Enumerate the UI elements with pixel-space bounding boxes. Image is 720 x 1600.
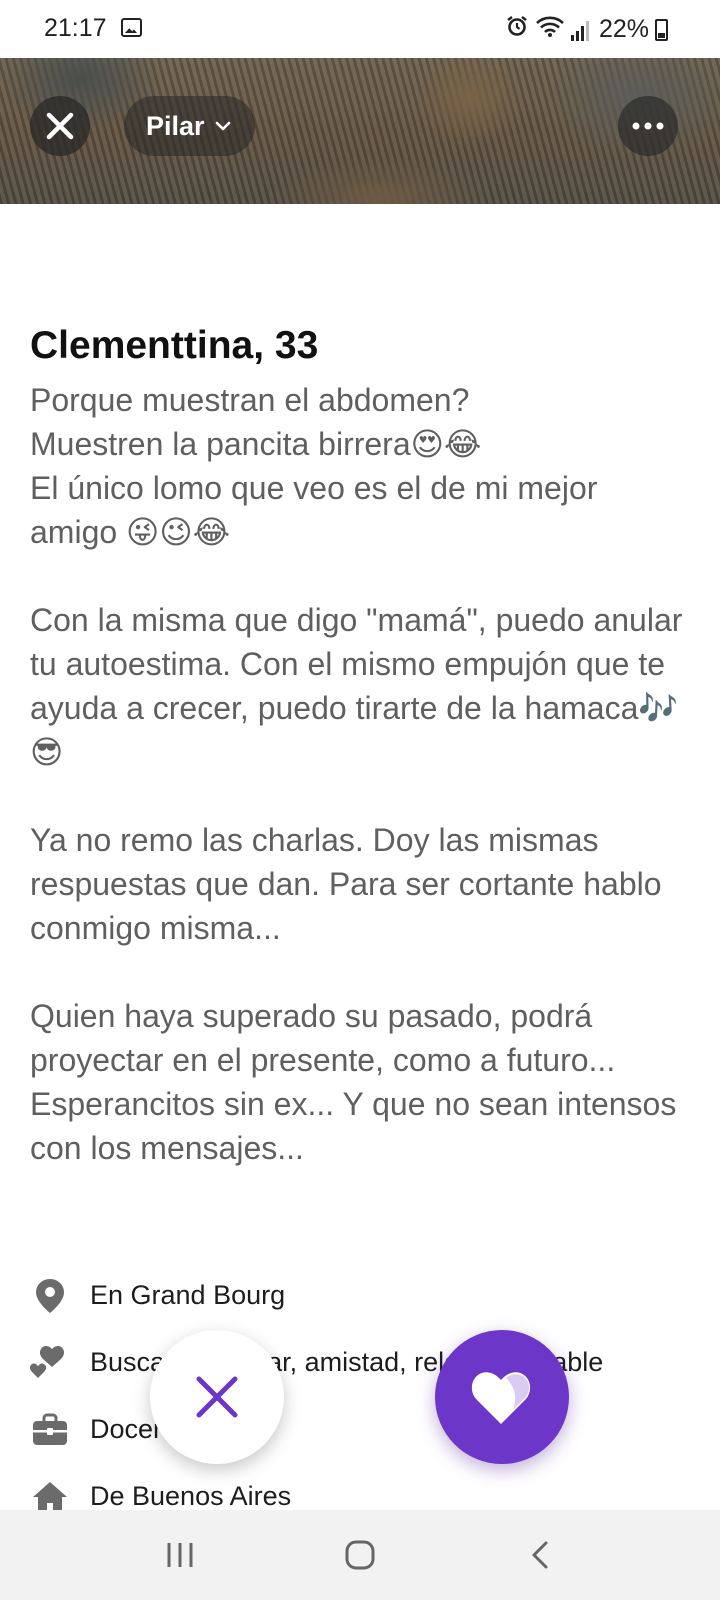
- location-pin-icon: [30, 1276, 70, 1316]
- status-icons: 22%: [505, 14, 668, 45]
- profile-name: Clementtina, 33: [30, 324, 319, 367]
- bio-paragraph: Ya no remo las charlas. Doy las mismas r…: [30, 822, 662, 946]
- bio-paragraph: Porque muestran el abdomen? Muestren la …: [30, 382, 598, 550]
- more-icon: [632, 122, 664, 130]
- location-selector[interactable]: Pilar: [124, 96, 255, 156]
- close-icon: [196, 1376, 238, 1418]
- profile-details: Clementtina, 33 Porque muestran el abdom…: [30, 320, 690, 1170]
- alarm-icon: [505, 14, 529, 45]
- info-row-looking-for: Busca conversar, amistad, relación estab…: [30, 1329, 690, 1396]
- heart-icon: [471, 1372, 531, 1424]
- profile-info-list: En Grand Bourg Busca conversar, amistad,…: [30, 1262, 690, 1530]
- image-icon: [121, 18, 142, 37]
- close-button[interactable]: [30, 96, 90, 156]
- profile-bio: Porque muestran el abdomen? Muestren la …: [30, 378, 690, 1170]
- info-row-job: Docente: [30, 1396, 690, 1463]
- close-icon: [46, 112, 74, 140]
- info-hometown-text: De Buenos Aires: [90, 1481, 292, 1511]
- back-button[interactable]: [510, 1525, 570, 1585]
- home-icon: [345, 1540, 375, 1570]
- status-time: 21:17: [44, 14, 107, 42]
- recent-apps-icon: [167, 1543, 193, 1567]
- home-button[interactable]: [330, 1525, 390, 1585]
- status-bar: 21:17 22%: [0, 0, 720, 58]
- pass-button[interactable]: [150, 1330, 284, 1464]
- profile-photo[interactable]: [0, 58, 720, 204]
- info-location-text: En Grand Bourg: [90, 1280, 286, 1310]
- info-row-location: En Grand Bourg: [30, 1262, 690, 1329]
- bio-paragraph: Quien haya superado su pasado, podrá pro…: [30, 998, 677, 1166]
- recent-apps-button[interactable]: [150, 1525, 210, 1585]
- profile-screen: 21:17 22% Pilar Clementtina, 33 Porque m…: [0, 0, 720, 1600]
- battery-text: 22%: [598, 15, 649, 43]
- back-icon: [532, 1541, 548, 1569]
- location-label: Pilar: [146, 110, 205, 141]
- hearts-icon: [30, 1343, 70, 1383]
- like-button[interactable]: [435, 1330, 569, 1464]
- wifi-icon: [535, 14, 565, 45]
- more-options-button[interactable]: [618, 96, 678, 156]
- signal-icon: [570, 19, 593, 41]
- bio-paragraph: Con la misma que digo "mamá", puedo anul…: [30, 602, 683, 770]
- chevron-down-icon: [215, 121, 230, 131]
- battery-icon: [655, 18, 668, 41]
- briefcase-icon: [30, 1410, 70, 1450]
- system-navigation-bar: [0, 1510, 720, 1600]
